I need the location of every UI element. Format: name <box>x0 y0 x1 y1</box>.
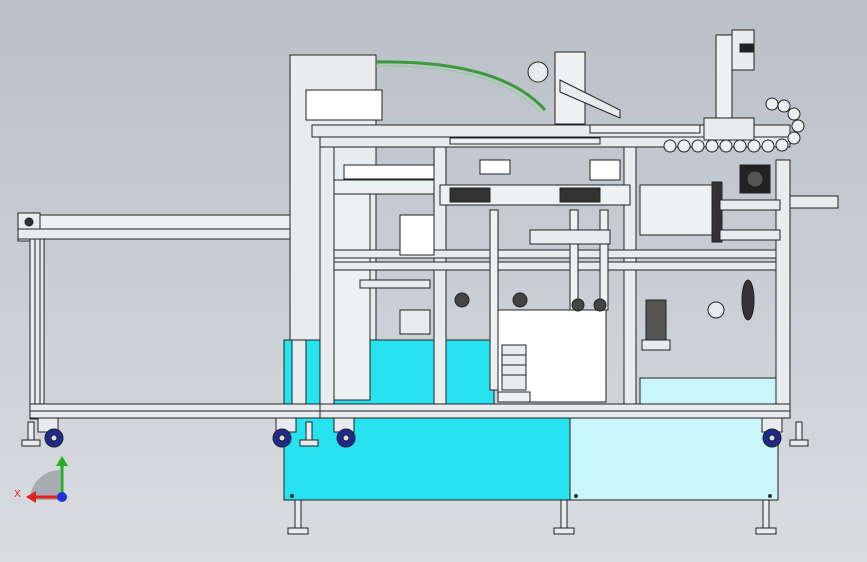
z-axis-dot <box>57 492 67 502</box>
upper-mechanism <box>343 29 805 181</box>
axis-triad: X <box>14 456 68 503</box>
cad-viewport[interactable]: X <box>0 0 867 562</box>
infeed-conveyor <box>17 212 321 420</box>
x-axis-label: X <box>14 489 21 500</box>
machine-drawing: X <box>14 29 839 535</box>
